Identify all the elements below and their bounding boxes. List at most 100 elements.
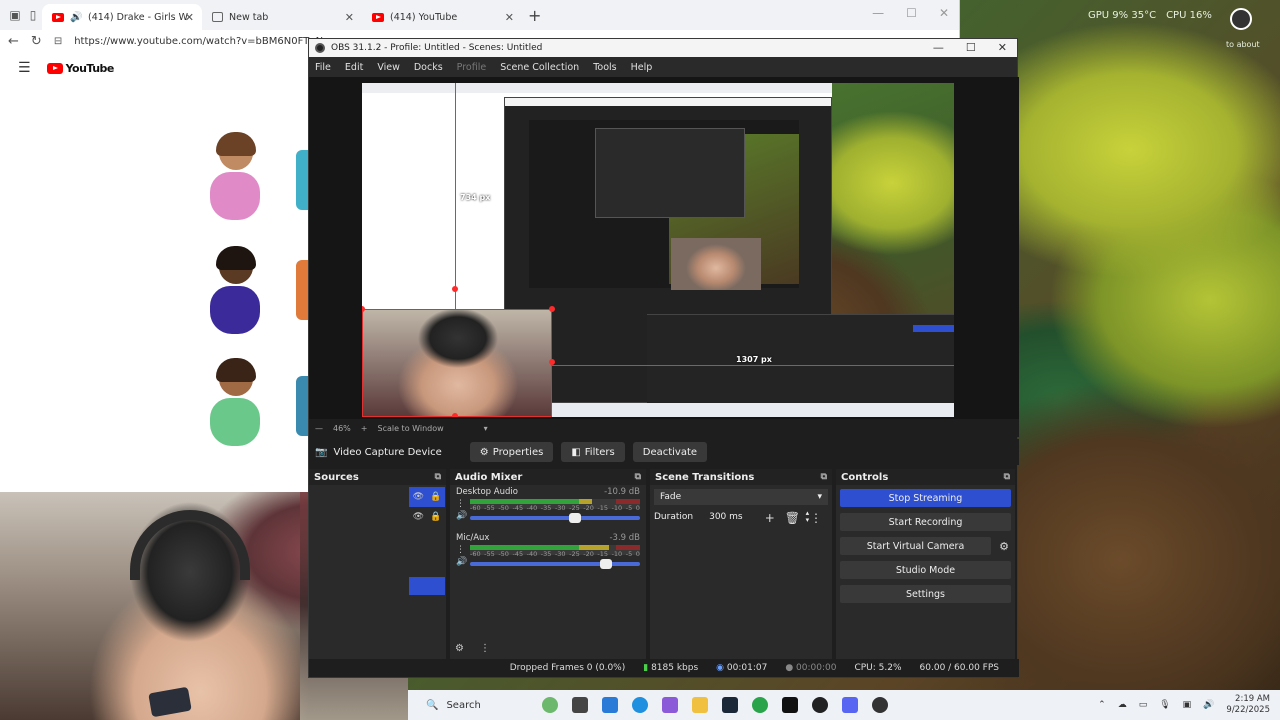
properties-button[interactable]: ⚙ Properties: [469, 442, 554, 462]
close-icon[interactable]: ✕: [505, 11, 514, 24]
trash-icon[interactable]: 🗑: [785, 511, 800, 525]
tiktok-icon[interactable]: [782, 697, 798, 713]
settings-button[interactable]: Settings: [840, 585, 1011, 603]
source-row[interactable]: 👁 🔒: [409, 487, 445, 507]
close-icon[interactable]: ✕: [185, 11, 194, 24]
studio-mode-button[interactable]: Studio Mode: [840, 561, 1011, 579]
menu-docks[interactable]: Docks: [414, 62, 443, 73]
volume-fader[interactable]: [470, 513, 640, 523]
recording-app-icon[interactable]: [872, 697, 888, 713]
undock-icon[interactable]: ⧉: [821, 472, 827, 482]
minimize-icon[interactable]: —: [933, 41, 944, 54]
speaker-icon[interactable]: 🔊: [70, 12, 82, 23]
lock-icon[interactable]: 🔒: [430, 492, 441, 502]
network-icon[interactable]: ▭: [1139, 700, 1148, 710]
zoom-out-icon[interactable]: —: [315, 424, 323, 433]
eye-icon[interactable]: 👁: [413, 492, 424, 502]
hardware-monitor: GPU 9% 35°C CPU 16%: [1088, 10, 1212, 21]
site-info-icon[interactable]: ⊟: [54, 36, 62, 47]
menu-view[interactable]: View: [377, 62, 400, 73]
start-recording-button[interactable]: Start Recording: [840, 513, 1011, 531]
back-icon[interactable]: ←: [8, 34, 19, 49]
youtube-logo[interactable]: YouTube: [46, 62, 114, 75]
lock-icon[interactable]: 🔒: [430, 512, 441, 522]
steam-icon[interactable]: [722, 697, 738, 713]
discord-icon[interactable]: [842, 697, 858, 713]
program-preview[interactable]: 734 px 1307 px: [362, 83, 954, 417]
source-row[interactable]: 👁 🔒: [409, 507, 445, 527]
mixer-settings-icon[interactable]: ⚙: [455, 643, 464, 654]
camera-icon: 📷: [315, 446, 328, 458]
kebab-menu-icon[interactable]: ⋮: [456, 499, 466, 509]
preview-webcam-source[interactable]: [362, 309, 552, 417]
speaker-icon[interactable]: 🔊: [456, 511, 467, 521]
maximize-icon[interactable]: ☐: [906, 6, 917, 20]
cloud-icon[interactable]: ☁: [1118, 700, 1127, 710]
start-virtual-camera-button[interactable]: Start Virtual Camera: [840, 537, 991, 555]
maximize-icon[interactable]: ☐: [966, 41, 976, 54]
zoom-in-icon[interactable]: +: [361, 424, 368, 433]
chevron-down-icon[interactable]: ▾: [484, 424, 488, 433]
photos-icon[interactable]: [662, 697, 678, 713]
new-tab-button[interactable]: +: [528, 6, 541, 25]
volume-fader[interactable]: [470, 559, 640, 569]
menu-tools[interactable]: Tools: [593, 62, 616, 73]
tab-new-tab[interactable]: New tab ✕: [202, 4, 362, 30]
chrome-icon[interactable]: [752, 697, 768, 713]
menu-edit[interactable]: Edit: [345, 62, 363, 73]
kebab-menu-icon[interactable]: ⋮: [456, 545, 466, 555]
taskbar-search[interactable]: 🔍 Search: [426, 694, 536, 716]
file-explorer-icon[interactable]: [692, 697, 708, 713]
microphone-icon[interactable]: 🎙: [1159, 700, 1170, 710]
desktop-avatar-icon[interactable]: [1230, 8, 1252, 30]
close-icon[interactable]: ✕: [345, 11, 354, 24]
chevron-up-icon[interactable]: ⌃: [1098, 700, 1106, 710]
eye-icon[interactable]: 👁: [413, 512, 424, 522]
fader-knob[interactable]: [569, 513, 582, 523]
edge-icon[interactable]: [632, 697, 648, 713]
volume-icon[interactable]: 🔊: [1203, 700, 1214, 710]
deactivate-button[interactable]: Deactivate: [632, 442, 708, 462]
stop-streaming-button[interactable]: Stop Streaming: [840, 489, 1011, 507]
resize-handle[interactable]: [452, 413, 458, 417]
widgets-icon[interactable]: [542, 697, 558, 713]
tab-actions-icon[interactable]: ▣: [6, 8, 24, 22]
menu-file[interactable]: File: [315, 62, 331, 73]
store-icon[interactable]: [602, 697, 618, 713]
add-icon[interactable]: +: [765, 511, 775, 525]
transition-select[interactable]: Fade ▾: [654, 489, 828, 505]
filters-button[interactable]: ◧ Filters: [561, 442, 625, 462]
resize-handle[interactable]: [549, 359, 555, 365]
url-field[interactable]: https://www.youtube.com/watch?v=bBM6N0FT…: [74, 36, 328, 47]
display-icon[interactable]: ▣: [1183, 700, 1192, 710]
task-view-icon[interactable]: [572, 697, 588, 713]
reload-icon[interactable]: ↻: [31, 34, 42, 49]
source-row-selected[interactable]: [409, 577, 445, 595]
menu-scene-collection[interactable]: Scene Collection: [500, 62, 579, 73]
gear-icon[interactable]: ⚙: [997, 540, 1011, 553]
undock-icon[interactable]: ⧉: [1004, 472, 1010, 482]
kebab-menu-icon[interactable]: ⋮: [810, 511, 822, 525]
menu-help[interactable]: Help: [631, 62, 653, 73]
obs-icon[interactable]: [812, 697, 828, 713]
resize-handle[interactable]: [452, 286, 458, 292]
taskbar-clock[interactable]: 2:19 AM 9/22/2025: [1226, 694, 1270, 716]
close-icon[interactable]: ✕: [939, 6, 949, 20]
scale-mode-select[interactable]: Scale to Window: [377, 424, 443, 433]
undock-icon[interactable]: ⧉: [435, 472, 441, 482]
tab-drake[interactable]: 🔊 (414) Drake - Girls Want Girls ✕: [42, 4, 202, 30]
fader-knob[interactable]: [600, 559, 612, 569]
obs-titlebar: OBS 31.1.2 - Profile: Untitled - Scenes:…: [309, 39, 1017, 57]
minimize-icon[interactable]: —: [872, 6, 884, 20]
speaker-icon[interactable]: 🔊: [456, 557, 467, 567]
tab-youtube[interactable]: (414) YouTube ✕: [362, 4, 522, 30]
undock-icon[interactable]: ⧉: [635, 472, 641, 482]
tab-placeholder-icon[interactable]: ▯: [24, 8, 42, 22]
meter-tick-label: -15: [597, 504, 609, 512]
kebab-menu-icon[interactable]: ⋮: [480, 643, 490, 654]
menu-icon[interactable]: ☰: [18, 60, 31, 76]
close-icon[interactable]: ✕: [998, 41, 1007, 54]
resize-handle[interactable]: [549, 306, 555, 312]
menu-profile[interactable]: Profile: [457, 62, 487, 73]
controls-dock: Controls ⧉ Stop Streaming Start Recordin…: [836, 469, 1015, 663]
